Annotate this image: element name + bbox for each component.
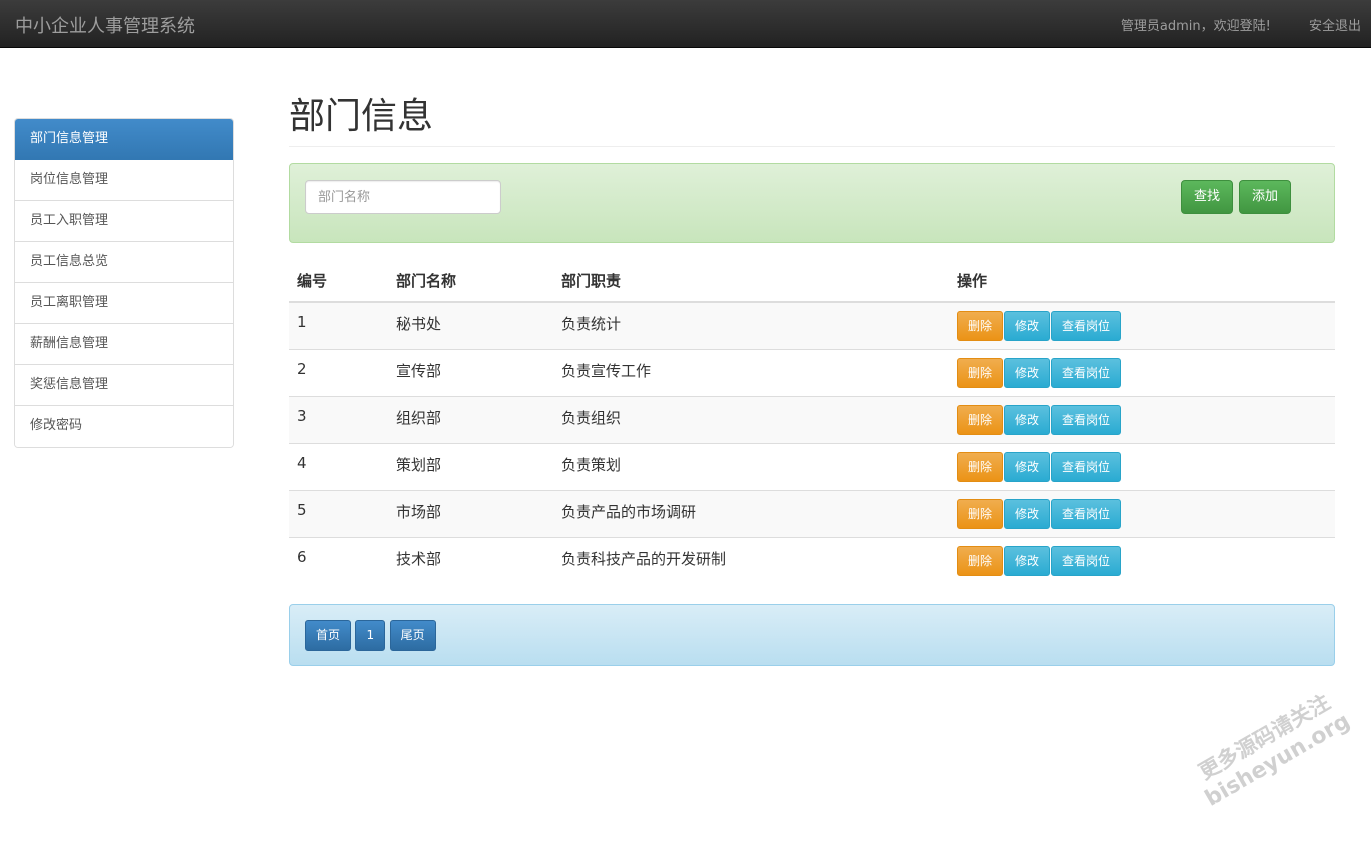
cell-duty: 负责统计 [553,301,949,349]
delete-button[interactable]: 删除 [957,311,1004,341]
find-button[interactable]: 查找 [1181,180,1234,214]
view-positions-button[interactable]: 查看岗位 [1051,311,1122,341]
table-row: 2 宣传部 负责宣传工作 删除 修改 查看岗位 [289,348,1335,396]
cell-actions: 删除 修改 查看岗位 [949,442,1335,490]
edit-button[interactable]: 修改 [1004,498,1051,529]
cell-duty: 负责组织 [553,395,949,443]
page-title: 部门信息 [289,90,1335,147]
delete-button[interactable]: 删除 [957,357,1004,388]
delete-button[interactable]: 删除 [957,404,1004,435]
cell-name: 秘书处 [388,301,553,349]
last-page-button[interactable]: 尾页 [389,620,436,651]
sidebar-item-position[interactable]: 岗位信息管理 [15,160,233,201]
welcome-text: 管理员admin，欢迎登陆! [1120,19,1271,34]
cell-name: 市场部 [388,489,553,537]
sidebar-item-change-password[interactable]: 修改密码 [15,406,233,447]
app-brand[interactable]: 中小企业人事管理系统 [15,12,195,38]
col-header-id: 编号 [289,260,388,303]
watermark: 更多源码请关注 bisheyun.org [1180,679,1371,862]
col-header-name: 部门名称 [388,260,553,303]
cell-id: 2 [289,348,388,396]
cell-duty: 负责产品的市场调研 [553,489,949,537]
cell-id: 6 [289,536,388,584]
cell-name: 宣传部 [388,348,553,396]
edit-button[interactable]: 修改 [1004,311,1051,341]
cell-actions: 删除 修改 查看岗位 [949,395,1335,443]
sidebar-menu: 部门信息管理 岗位信息管理 员工入职管理 员工信息总览 员工离职管理 薪酬信息管… [14,118,234,448]
sidebar-item-onboarding[interactable]: 员工入职管理 [15,201,233,242]
delete-button[interactable]: 删除 [957,498,1004,529]
sidebar-item-rewards[interactable]: 奖惩信息管理 [15,365,233,406]
navbar-right: 管理员admin，欢迎登陆! 安全退出 [1087,15,1361,34]
table-row: 1 秘书处 负责统计 删除 修改 查看岗位 [289,301,1335,349]
pager-panel: 首页 1 尾页 [289,604,1335,666]
cell-id: 4 [289,442,388,490]
cell-actions: 删除 修改 查看岗位 [949,536,1335,584]
main-content: 部门信息 查找 添加 编号 部门名称 部门职责 操作 1秘书处负责统计删除修改查… [289,90,1335,666]
edit-button[interactable]: 修改 [1004,357,1051,388]
search-panel: 查找 添加 [289,163,1335,243]
sidebar-item-salary[interactable]: 薪酬信息管理 [15,324,233,365]
table-row: 4 策划部 负责策划 删除 修改 查看岗位 [289,442,1335,490]
cell-id: 3 [289,395,388,443]
cell-duty: 负责策划 [553,442,949,490]
sidebar-item-employee-overview[interactable]: 员工信息总览 [15,242,233,283]
first-page-button[interactable]: 首页 [305,620,352,651]
cell-name: 组织部 [388,395,553,443]
cell-duty: 负责宣传工作 [553,348,949,396]
table-body: 1 秘书处 负责统计 删除 修改 查看岗位 2 宣传部 负责宣传工作 删除 修改 查看岗位 3 组织部 负责… [289,301,1335,584]
view-positions-button[interactable]: 查看岗位 [1051,357,1122,388]
col-header-actions: 操作 [949,260,1335,303]
cell-actions: 删除 修改 查看岗位 [949,348,1335,396]
top-navbar: 中小企业人事管理系统 管理员admin，欢迎登陆! 安全退出 [0,0,1371,48]
table-header-row: 编号 部门名称 部门职责 操作 [289,260,1335,303]
sidebar-item-department[interactable]: 部门信息管理 [15,119,233,160]
edit-button[interactable]: 修改 [1004,404,1051,435]
cell-actions: 删除 修改 查看岗位 [949,301,1335,349]
cell-id: 1 [289,301,388,349]
cell-id: 5 [289,489,388,537]
table-row: 5 市场部 负责产品的市场调研 删除 修改 查看岗位 [289,489,1335,537]
view-positions-button[interactable]: 查看岗位 [1051,498,1122,529]
cell-name: 技术部 [388,536,553,584]
cell-duty: 负责科技产品的开发研制 [553,536,949,584]
cell-name: 策划部 [388,442,553,490]
department-name-input[interactable] [305,180,501,214]
add-button[interactable]: 添加 [1239,180,1292,214]
delete-button[interactable]: 删除 [957,451,1004,482]
logout-link[interactable]: 安全退出 [1309,19,1361,34]
view-positions-button[interactable]: 查看岗位 [1051,451,1122,482]
col-header-duty: 部门职责 [553,260,949,303]
delete-button[interactable]: 删除 [957,545,1004,576]
view-positions-button[interactable]: 查看岗位 [1051,545,1122,576]
cell-actions: 删除 修改 查看岗位 [949,489,1335,537]
sidebar-item-resignation[interactable]: 员工离职管理 [15,283,233,324]
pagination: 首页 1 尾页 [305,620,436,651]
department-table: 编号 部门名称 部门职责 操作 1 秘书处 负责统计 删除 修改 查看岗位 2 宣传部 负责宣传… [289,260,1335,584]
view-positions-button[interactable]: 查看岗位 [1051,404,1122,435]
page-1-button[interactable]: 1 [355,620,386,651]
edit-button[interactable]: 修改 [1004,545,1051,576]
edit-button[interactable]: 修改 [1004,451,1051,482]
table-row: 3 组织部 负责组织 删除 修改 查看岗位 [289,395,1335,443]
table-row: 6 技术部 负责科技产品的开发研制 删除 修改 查看岗位 [289,536,1335,584]
